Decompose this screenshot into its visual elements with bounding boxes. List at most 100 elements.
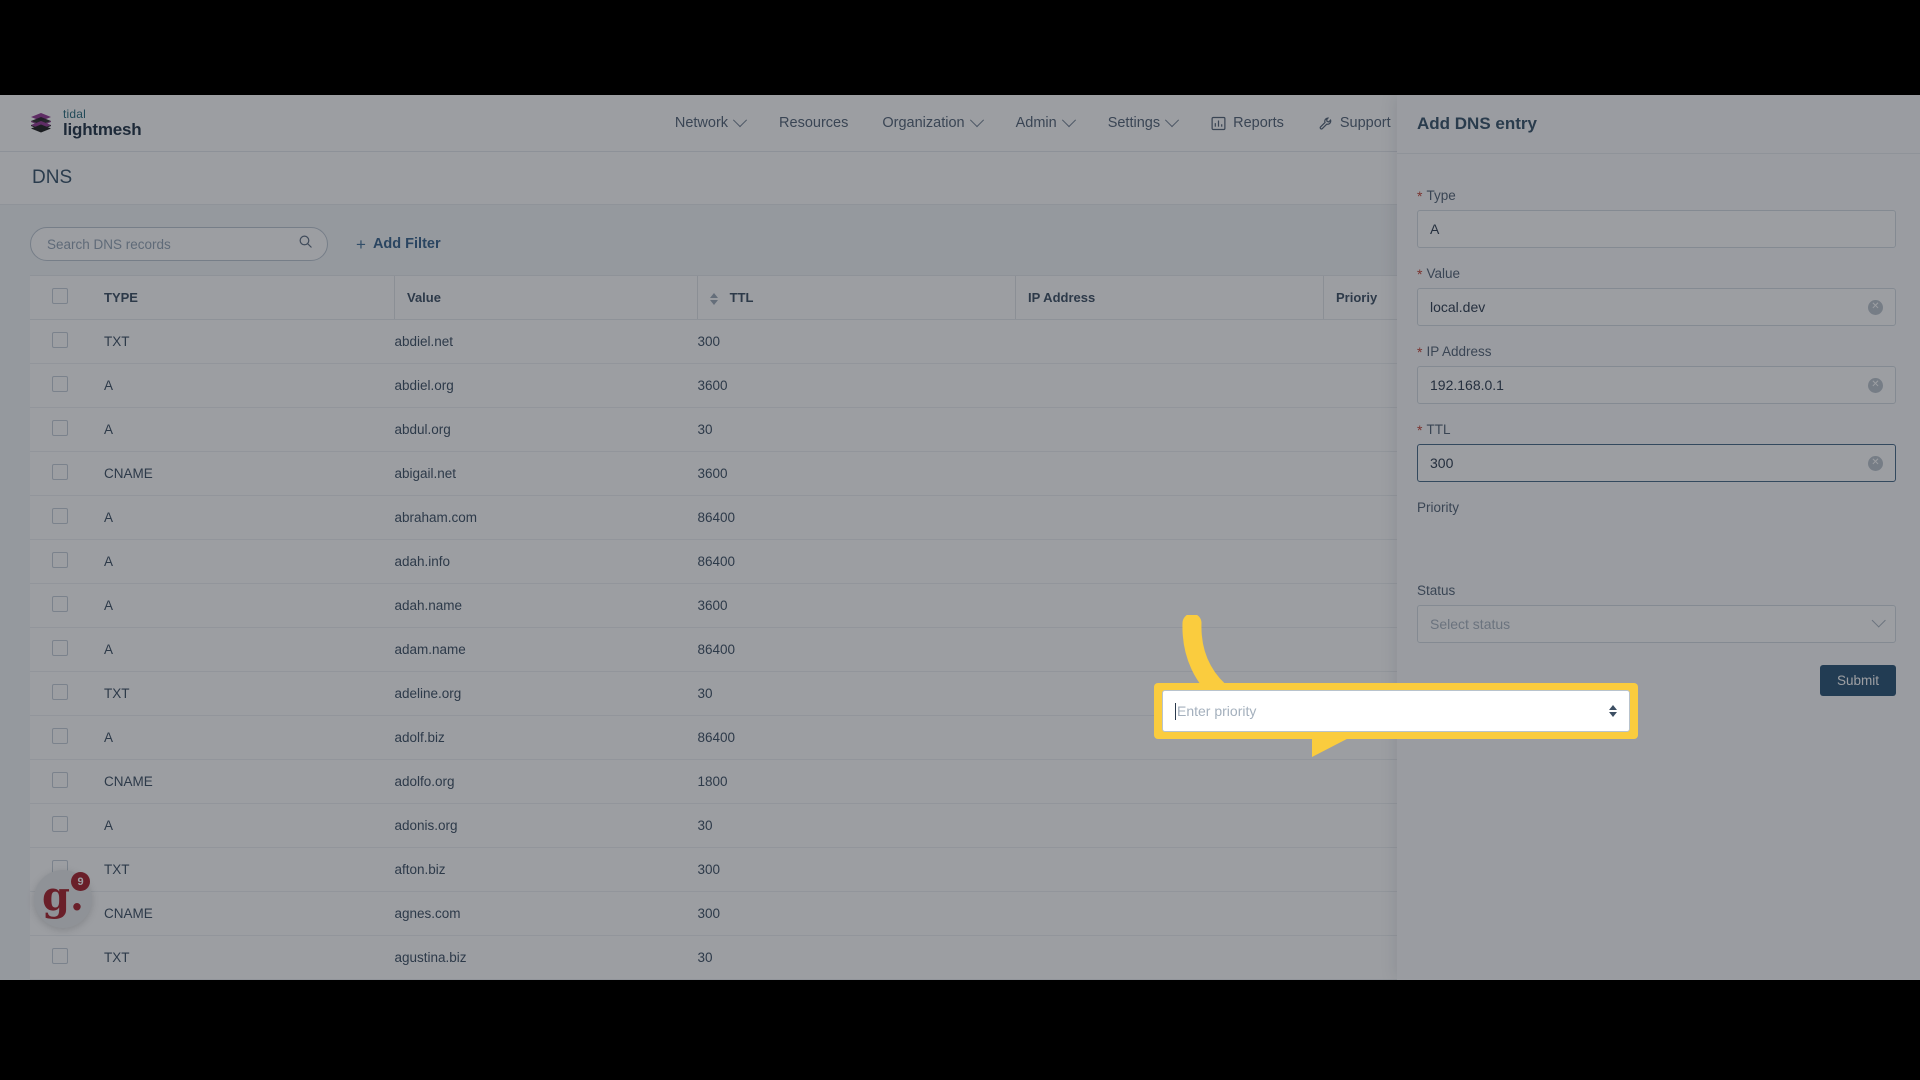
nav-item-network[interactable]: Network xyxy=(658,95,762,151)
search-icon[interactable] xyxy=(298,234,313,254)
column-label-type: TYPE xyxy=(104,290,138,305)
row-checkbox[interactable] xyxy=(52,508,68,524)
clear-circle-icon[interactable]: ✕ xyxy=(1868,299,1883,315)
cell-value: abdiel.net xyxy=(394,319,698,364)
cell-value: agustina.biz xyxy=(394,935,698,980)
row-checkbox[interactable] xyxy=(52,552,68,568)
row-checkbox[interactable] xyxy=(52,464,68,480)
cell-type: A xyxy=(104,627,395,672)
nav-label-settings: Settings xyxy=(1107,115,1161,131)
input-value-ip-address: 192.168.0.1 xyxy=(1430,377,1504,393)
chevron-down-icon xyxy=(732,113,748,128)
nav-label-resources: Resources xyxy=(779,115,849,131)
required-asterisk-icon: * xyxy=(1417,265,1423,282)
placeholder-status: Select status xyxy=(1430,616,1511,632)
nav-label-network: Network xyxy=(674,115,729,131)
cell-ip-address xyxy=(1015,935,1324,980)
clear-circle-icon[interactable]: ✕ xyxy=(1868,377,1883,393)
row-select-cell xyxy=(30,407,104,452)
column-header-ttl[interactable]: TTL xyxy=(697,276,1016,320)
cell-value: adam.name xyxy=(394,627,698,672)
nav-label-admin: Admin xyxy=(1015,115,1057,131)
cell-ttl: 86400 xyxy=(697,539,1016,584)
label-value: * Value xyxy=(1417,266,1896,281)
cell-ttl: 3600 xyxy=(697,583,1016,628)
cell-ip-address xyxy=(1015,847,1324,892)
row-checkbox[interactable] xyxy=(52,640,68,656)
cell-ip-address xyxy=(1015,803,1324,848)
cell-type: TXT xyxy=(104,847,395,892)
annotation-highlight-priority: Enter priority xyxy=(1154,683,1638,739)
select-all-checkbox[interactable] xyxy=(52,288,68,304)
nav-item-admin[interactable]: Admin xyxy=(999,95,1091,151)
nav-item-reports[interactable]: Reports xyxy=(1194,95,1301,151)
cell-value: afton.biz xyxy=(394,847,698,892)
search-dns-records[interactable] xyxy=(30,227,328,261)
cell-value: adolfo.org xyxy=(394,759,698,804)
clear-circle-icon[interactable]: ✕ xyxy=(1868,455,1883,471)
label-text-priority: Priority xyxy=(1417,500,1460,515)
cell-ttl: 300 xyxy=(697,891,1016,936)
column-header-type[interactable]: TYPE xyxy=(104,276,395,320)
column-header-ip-address[interactable]: IP Address xyxy=(1015,276,1324,320)
submit-button[interactable]: Submit xyxy=(1819,665,1896,696)
nav-item-settings[interactable]: Settings xyxy=(1091,95,1194,151)
nav-item-support[interactable]: Support xyxy=(1301,95,1408,151)
drawer-header: Add DNS entry xyxy=(1397,95,1920,154)
nav-label-reports: Reports xyxy=(1233,115,1284,131)
nav-item-resources[interactable]: Resources xyxy=(762,95,865,151)
label-text-value: Value xyxy=(1426,266,1460,281)
row-checkbox[interactable] xyxy=(52,728,68,744)
chevron-down-icon xyxy=(969,113,984,128)
cell-ttl: 86400 xyxy=(697,495,1016,540)
cell-value: abraham.com xyxy=(394,495,698,540)
cell-type: A xyxy=(104,495,395,540)
field-type: * Type A xyxy=(1417,188,1896,248)
guru-help-widget[interactable]: g. 9 xyxy=(34,870,92,928)
main-menu: Network Resources Organization Admin Set… xyxy=(658,95,1511,151)
cell-value: adeline.org xyxy=(394,671,698,716)
row-checkbox[interactable] xyxy=(52,772,68,788)
search-input[interactable] xyxy=(45,235,298,253)
cell-ip-address xyxy=(1015,583,1324,628)
column-label-ip-address: IP Address xyxy=(1028,290,1096,305)
required-asterisk-icon: * xyxy=(1417,187,1423,204)
cell-ip-address xyxy=(1015,539,1324,584)
input-ip-address[interactable]: 192.168.0.1 ✕ xyxy=(1417,366,1896,404)
cell-ttl: 30 xyxy=(697,803,1016,848)
input-status[interactable]: Select status xyxy=(1417,605,1896,643)
row-checkbox[interactable] xyxy=(52,332,68,348)
cell-value: abdiel.org xyxy=(394,363,698,408)
add-filter-button[interactable]: + Add Filter xyxy=(356,236,441,253)
input-priority[interactable]: Enter priority xyxy=(1162,690,1630,732)
chevron-down-icon xyxy=(1871,613,1886,628)
row-select-cell xyxy=(30,583,104,628)
row-checkbox[interactable] xyxy=(52,684,68,700)
cell-value: abigail.net xyxy=(394,451,698,496)
field-priority: Priority xyxy=(1417,500,1896,565)
drawer-form: * Type A * Value local.dev ✕ * IP Addres… xyxy=(1397,154,1920,696)
row-checkbox[interactable] xyxy=(52,376,68,392)
cell-ip-address xyxy=(1015,759,1324,804)
row-checkbox[interactable] xyxy=(52,596,68,612)
number-stepper-icon[interactable] xyxy=(1609,705,1617,717)
cell-value: adonis.org xyxy=(394,803,698,848)
sort-toggle-icon[interactable] xyxy=(710,292,718,305)
input-value-ttl: 300 xyxy=(1430,455,1454,471)
brand-logo[interactable]: tidal lightmesh xyxy=(28,108,188,138)
nav-item-organization[interactable]: Organization xyxy=(865,95,998,151)
required-asterisk-icon: * xyxy=(1417,421,1423,438)
row-select-cell xyxy=(30,539,104,584)
input-type[interactable]: A xyxy=(1417,210,1896,248)
cell-type: A xyxy=(104,715,395,760)
cell-ttl: 300 xyxy=(697,319,1016,364)
brand-wordmark: tidal lightmesh xyxy=(63,108,142,138)
input-value[interactable]: local.dev ✕ xyxy=(1417,288,1896,326)
cell-ttl: 30 xyxy=(697,935,1016,980)
input-ttl[interactable]: 300 ✕ xyxy=(1417,444,1896,482)
row-checkbox[interactable] xyxy=(52,948,68,964)
column-header-value[interactable]: Value xyxy=(394,276,698,320)
row-checkbox[interactable] xyxy=(52,816,68,832)
row-checkbox[interactable] xyxy=(52,420,68,436)
cell-type: TXT xyxy=(104,935,395,980)
